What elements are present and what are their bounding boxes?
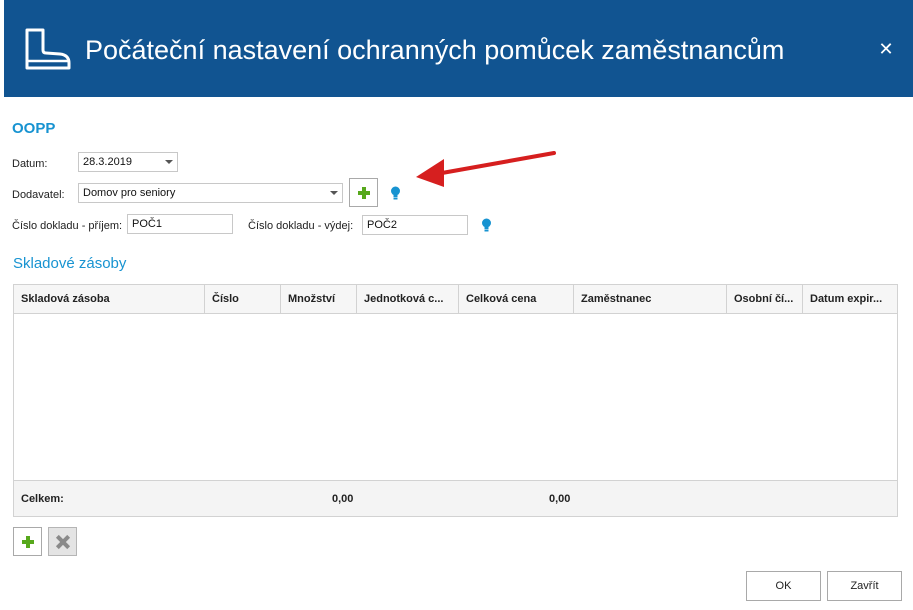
lightbulb-icon[interactable] [481, 218, 492, 233]
receipt-number-input[interactable]: POČ1 [127, 214, 233, 234]
column-header-unit-price[interactable]: Jednotková c... [357, 285, 459, 313]
boot-icon [25, 28, 71, 70]
stock-grid: Skladová zásoba Číslo Množství Jednotkov… [13, 284, 898, 517]
add-row-button[interactable] [13, 527, 42, 556]
column-header-stock-item[interactable]: Skladová zásoba [14, 285, 205, 313]
column-header-number[interactable]: Číslo [205, 285, 281, 313]
chevron-down-icon[interactable] [330, 191, 338, 195]
grid-header: Skladová zásoba Číslo Množství Jednotkov… [14, 285, 897, 314]
column-header-quantity[interactable]: Množství [281, 285, 357, 313]
column-header-employee[interactable]: Zaměstnanec [574, 285, 727, 313]
section-title-oopp: OOPP [12, 120, 56, 137]
total-label: Celkem: [21, 493, 64, 505]
issue-number-label: Číslo dokladu - výdej: [248, 220, 354, 232]
lightbulb-icon[interactable] [390, 186, 401, 201]
supplier-label: Dodavatel: [12, 189, 65, 201]
annotation-arrow [416, 151, 556, 187]
quantity-total: 0,00 [332, 493, 354, 505]
add-supplier-button[interactable] [349, 178, 378, 207]
dialog-header: Počáteční nastavení ochranných pomůcek z… [4, 0, 913, 97]
chevron-down-icon[interactable] [165, 160, 173, 164]
date-value: 28.3.2019 [83, 156, 132, 168]
column-header-total-price[interactable]: Celková cena [459, 285, 574, 313]
receipt-number-label: Číslo dokladu - příjem: [12, 220, 123, 232]
column-header-expiry-date[interactable]: Datum expir... [803, 285, 897, 313]
supplier-select[interactable]: Domov pro seniory [78, 183, 343, 203]
column-header-personal-number[interactable]: Osobní čí... [727, 285, 803, 313]
price-total: 0,00 [549, 493, 571, 505]
dialog-title: Počáteční nastavení ochranných pomůcek z… [85, 35, 785, 65]
ok-button[interactable]: OK [746, 571, 821, 601]
issue-number-input[interactable]: POČ2 [362, 215, 468, 235]
close-icon[interactable]: ✕ [875, 38, 897, 60]
date-picker[interactable]: 28.3.2019 [78, 152, 178, 172]
close-dialog-button[interactable]: Zavřít [827, 571, 902, 601]
stock-section-title: Skladové zásoby [13, 255, 127, 272]
supplier-value: Domov pro seniory [83, 187, 176, 199]
date-label: Datum: [12, 158, 48, 170]
plus-icon [21, 535, 34, 548]
delete-row-button[interactable] [48, 527, 77, 556]
close-icon [56, 535, 70, 549]
plus-icon [357, 186, 370, 199]
grid-footer: Celkem: 0,00 0,00 [14, 480, 897, 516]
